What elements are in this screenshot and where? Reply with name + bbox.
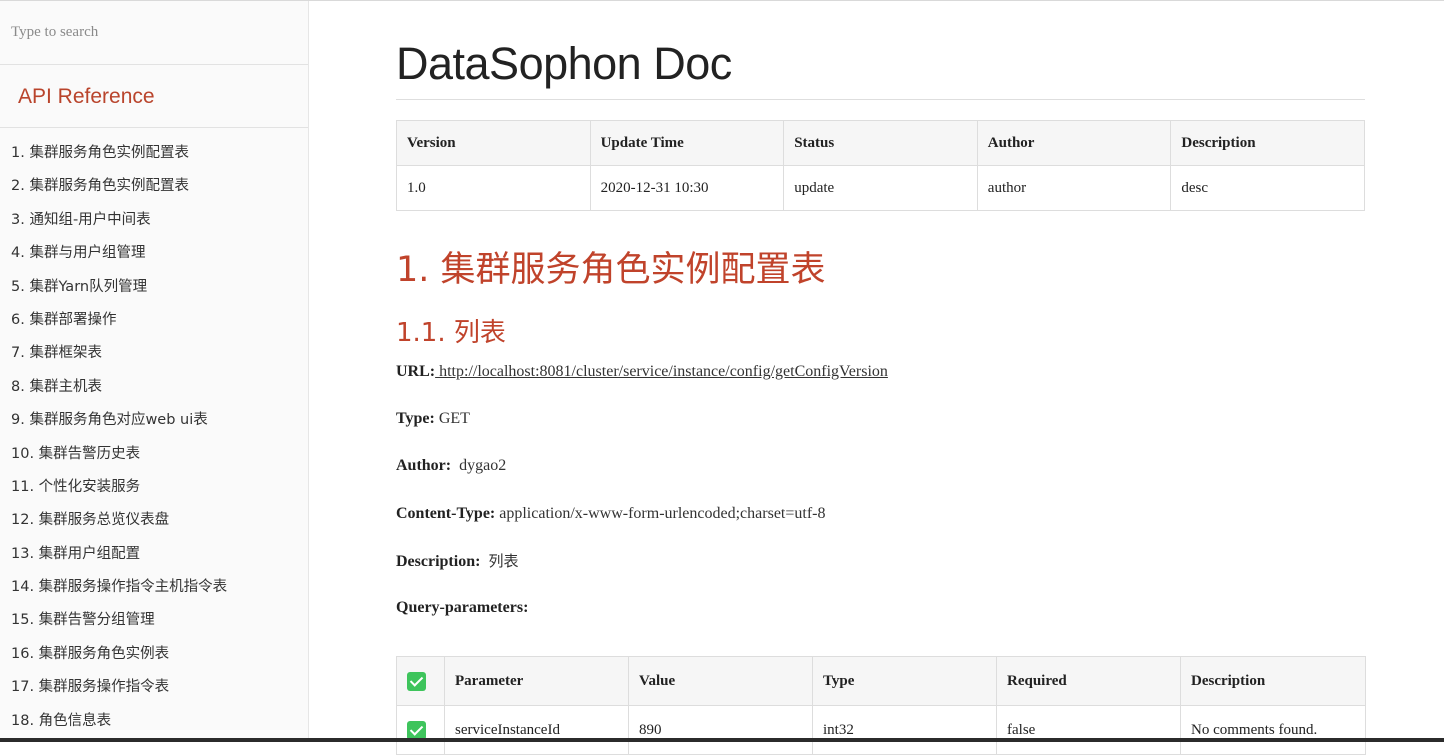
url-field: URL: http://localhost:8081/cluster/servi… xyxy=(396,361,1365,408)
table-cell: 1.0 xyxy=(396,165,591,211)
search-input[interactable] xyxy=(11,24,291,41)
author-value: dygao2 xyxy=(459,457,507,475)
table-cell: desc xyxy=(1170,165,1365,211)
table-cell: No comments found. xyxy=(1180,705,1366,755)
content-type-value: application/x-www-form-urlencoded;charse… xyxy=(499,504,826,522)
sidebar: API Reference 1. 集群服务角色实例配置表 2. 集群服务角色实例… xyxy=(0,1,309,738)
nav-item-17[interactable]: 17. 集群服务操作指令表 xyxy=(0,676,308,709)
nav-item-2[interactable]: 2. 集群服务角色实例配置表 xyxy=(0,175,308,208)
table-header-row: Parameter Value Type Required Descriptio… xyxy=(396,656,1366,707)
window-bottom-edge xyxy=(0,738,1444,742)
nav-item-16[interactable]: 16. 集群服务角色实例表 xyxy=(0,643,308,676)
page-title: DataSophon Doc xyxy=(396,38,732,89)
content-type-label: Content-Type: xyxy=(396,504,496,522)
column-header: Parameter xyxy=(444,656,629,707)
description-value: 列表 xyxy=(488,551,519,570)
nav-item-5[interactable]: 5. 集群Yarn队列管理 xyxy=(0,276,308,309)
query-params-label: Query-parameters: xyxy=(396,598,529,616)
table-cell: 2020-12-31 10:30 xyxy=(589,165,785,211)
table-cell: serviceInstanceId xyxy=(444,705,629,755)
column-header: Description xyxy=(1170,120,1365,166)
main-content: DataSophon Doc Version Update Time Statu… xyxy=(396,1,1366,755)
table-cell: false xyxy=(996,705,1181,755)
url-label: URL: xyxy=(396,363,436,380)
description-field: Description: 列表 xyxy=(396,550,1365,597)
column-header: Update Time xyxy=(589,120,785,166)
search-box xyxy=(0,1,308,65)
column-header: Description xyxy=(1180,656,1366,707)
table-row: 1.0 2020-12-31 10:30 update author desc xyxy=(396,165,1365,211)
row-select-cell xyxy=(396,705,445,755)
nav-item-14[interactable]: 14. 集群服务操作指令主机指令表 xyxy=(0,576,308,609)
nav-item-9[interactable]: 9. 集群服务角色对应web ui表 xyxy=(0,409,308,442)
select-all-cell xyxy=(396,656,445,707)
table-row: serviceInstanceId 890 int32 false No com… xyxy=(396,705,1366,755)
table-header-row: Version Update Time Status Author Descri… xyxy=(396,120,1365,166)
query-params-field: Query-parameters: xyxy=(396,597,1365,644)
column-header: Required xyxy=(996,656,1181,707)
nav-item-11[interactable]: 11. 个性化安装服务 xyxy=(0,476,308,509)
column-header: Type xyxy=(812,656,997,707)
nav-item-13[interactable]: 13. 集群用户组配置 xyxy=(0,543,308,576)
checkmark-icon[interactable] xyxy=(407,671,426,691)
table-cell: update xyxy=(783,165,978,211)
url-link[interactable]: http://localhost:8081/cluster/service/in… xyxy=(435,363,888,380)
author-field: Author: dygao2 xyxy=(396,455,1365,502)
nav-item-4[interactable]: 4. 集群与用户组管理 xyxy=(0,242,308,275)
type-label: Type: xyxy=(396,410,435,428)
column-header: Value xyxy=(628,656,813,707)
endpoint-fields: URL: http://localhost:8081/cluster/servi… xyxy=(396,361,1365,644)
content-type-field: Content-Type: application/x-www-form-url… xyxy=(396,503,1365,550)
column-header: Status xyxy=(783,120,978,166)
table-cell: 890 xyxy=(628,705,813,755)
section-title: 1. 集群服务角色实例配置表 xyxy=(396,250,826,290)
title-divider xyxy=(396,99,1365,100)
type-value: GET xyxy=(438,410,470,428)
column-header: Author xyxy=(976,120,1172,166)
subsection-title: 1.1. 列表 xyxy=(396,318,506,348)
nav-item-7[interactable]: 7. 集群框架表 xyxy=(0,342,308,375)
type-field: Type: GET xyxy=(396,408,1365,455)
nav-item-1[interactable]: 1. 集群服务角色实例配置表 xyxy=(0,142,308,175)
checkmark-icon[interactable] xyxy=(407,720,426,740)
nav-item-12[interactable]: 12. 集群服务总览仪表盘 xyxy=(0,509,308,542)
table-cell: author xyxy=(976,165,1172,211)
author-label: Author: xyxy=(396,457,452,475)
nav-item-6[interactable]: 6. 集群部署操作 xyxy=(0,309,308,342)
table-cell: int32 xyxy=(812,705,997,755)
api-reference-heading[interactable]: API Reference xyxy=(0,65,308,128)
version-table: Version Update Time Status Author Descri… xyxy=(396,120,1365,211)
description-label: Description: xyxy=(396,552,481,570)
nav-item-10[interactable]: 10. 集群告警历史表 xyxy=(0,443,308,476)
nav-list: 1. 集群服务角色实例配置表 2. 集群服务角色实例配置表 3. 通知组-用户中… xyxy=(0,128,308,743)
nav-item-3[interactable]: 3. 通知组-用户中间表 xyxy=(0,209,308,242)
nav-item-15[interactable]: 15. 集群告警分组管理 xyxy=(0,609,308,642)
nav-item-8[interactable]: 8. 集群主机表 xyxy=(0,376,308,409)
column-header: Version xyxy=(396,120,591,166)
